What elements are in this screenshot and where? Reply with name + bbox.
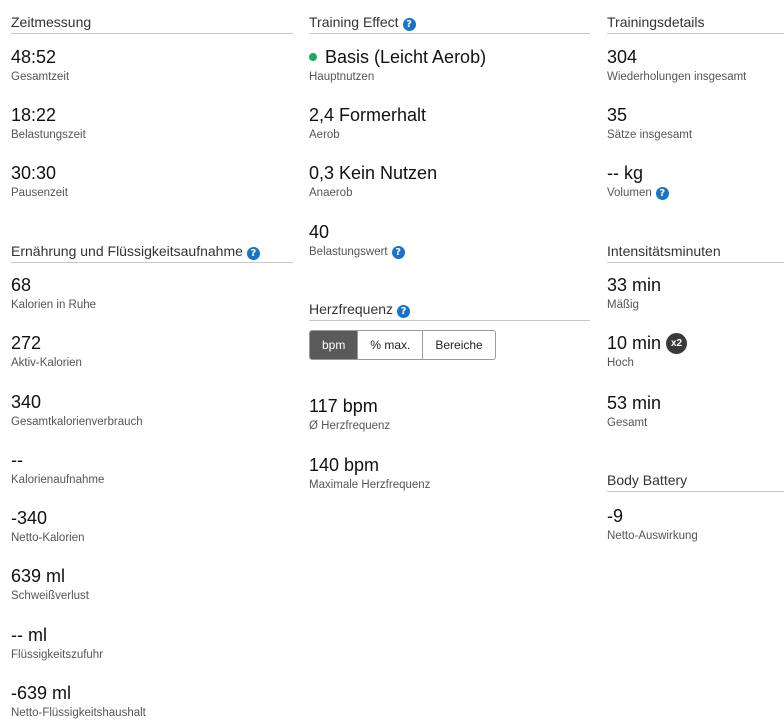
- help-icon[interactable]: ?: [246, 247, 260, 260]
- stat-body-battery-net: -9 Netto-Auswirkung: [607, 505, 784, 543]
- stat-label: Belastungszeit: [11, 129, 86, 141]
- stat-value-row: 10 min x2: [607, 332, 784, 354]
- stat-vigorous-minutes: 10 min x2 Hoch: [607, 332, 784, 370]
- stat-label: Hoch: [607, 357, 634, 369]
- stat-label: Kalorien in Ruhe: [11, 299, 97, 311]
- tab-zones[interactable]: Bereiche: [422, 331, 494, 359]
- section-title-text: Herzfrequenz: [309, 301, 394, 317]
- stat-value: 33 min: [607, 275, 662, 295]
- stat-value: 10 min: [607, 333, 662, 353]
- help-icon[interactable]: ?: [655, 186, 669, 200]
- stat-value: 2,4 Formerhalt: [309, 105, 427, 125]
- stat-value: 0,3 Kein Nutzen: [309, 163, 438, 183]
- stat-label: Hauptnutzen: [309, 71, 375, 83]
- stat-value: Basis (Leicht Aerob): [325, 47, 487, 67]
- stat-value: -639 ml: [11, 683, 72, 703]
- status-dot-icon: [309, 53, 317, 61]
- stat-value: 639 ml: [11, 566, 66, 586]
- stat-label: Gesamtkalorienverbrauch: [11, 416, 143, 428]
- section-title-text: Ernährung und Flüssigkeitsaufnahme: [11, 243, 243, 259]
- stat-value: -- kg: [607, 163, 643, 183]
- stat-value: 30:30: [11, 163, 57, 183]
- section-intensitaet-title: Intensitätsminuten: [607, 242, 784, 263]
- stat-label: Aktiv-Kalorien: [11, 357, 82, 369]
- stat-label: Ø Herzfrequenz: [309, 420, 391, 432]
- section-body-battery-title: Body Battery: [607, 471, 784, 492]
- stat-rest-time: 30:30 Pausenzeit: [11, 162, 293, 200]
- stat-anaerobic: 0,3 Kein Nutzen Anaerob: [309, 162, 590, 200]
- stat-value: 117 bpm: [309, 396, 378, 416]
- tab-bpm[interactable]: bpm: [310, 331, 358, 359]
- section-trainingsdetails-title: Trainingsdetails: [607, 13, 784, 34]
- stat-max-hr: 140 bpm Maximale Herzfrequenz: [309, 454, 590, 492]
- stat-label: Netto-Flüssigkeitshaushalt: [11, 707, 146, 719]
- stat-primary-benefit: Basis (Leicht Aerob) Hauptnutzen: [309, 46, 590, 84]
- stat-label: Mäßig: [607, 299, 639, 311]
- stat-calorie-intake: -- Kalorienaufnahme: [11, 449, 293, 487]
- section-title-text: Training Effect: [309, 14, 399, 30]
- stat-value: -9: [607, 506, 624, 526]
- stat-label: Wiederholungen insgesamt: [607, 71, 747, 83]
- stat-avg-hr: 117 bpm Ø Herzfrequenz: [309, 395, 590, 433]
- stat-label: Maximale Herzfrequenz: [309, 479, 431, 491]
- stat-label: Netto-Auswirkung: [607, 530, 698, 542]
- stat-total-calories: 340 Gesamtkalorienverbrauch: [11, 391, 293, 429]
- stat-value: -- ml: [11, 625, 47, 645]
- help-icon[interactable]: ?: [391, 245, 405, 259]
- tab-percent-max[interactable]: % max.: [357, 331, 422, 359]
- stat-label: Netto-Kalorien: [11, 532, 85, 544]
- stat-label: Pausenzeit: [11, 187, 68, 199]
- stat-net-calories: -340 Netto-Kalorien: [11, 507, 293, 545]
- help-icon[interactable]: ?: [402, 18, 416, 31]
- stat-net-fluid: -639 ml Netto-Flüssigkeitshaushalt: [11, 682, 293, 720]
- section-herzfrequenz-title: Herzfrequenz?: [309, 300, 590, 321]
- stat-total-time: 48:52 Gesamtzeit: [11, 46, 293, 84]
- stat-resting-calories: 68 Kalorien in Ruhe: [11, 274, 293, 312]
- hr-unit-toggle: bpm % max. Bereiche: [309, 330, 496, 360]
- stat-work-time: 18:22 Belastungszeit: [11, 104, 293, 142]
- stat-value: 48:52: [11, 47, 57, 67]
- section-ernaehrung-title: Ernährung und Flüssigkeitsaufnahme?: [11, 242, 293, 263]
- stat-label: Aerob: [309, 129, 340, 141]
- section-training-effect-title: Training Effect?: [309, 13, 590, 34]
- stat-total-reps: 304 Wiederholungen insgesamt: [607, 46, 784, 84]
- stat-value: 272: [11, 333, 42, 353]
- stat-value: 304: [607, 47, 638, 67]
- stat-label: Anaerob: [309, 187, 353, 199]
- stat-value: -340: [11, 508, 48, 528]
- stat-fluid-intake: -- ml Flüssigkeitszufuhr: [11, 624, 293, 662]
- stat-sweat-loss: 639 ml Schweißverlust: [11, 565, 293, 603]
- stat-active-calories: 272 Aktiv-Kalorien: [11, 332, 293, 370]
- stat-value-row: Basis (Leicht Aerob): [309, 46, 590, 68]
- stat-value: 53 min: [607, 393, 662, 413]
- multiplier-badge: x2: [666, 332, 688, 354]
- stat-total-minutes: 53 min Gesamt: [607, 392, 784, 430]
- stat-moderate-minutes: 33 min Mäßig: [607, 274, 784, 312]
- stat-label: Volumen: [607, 187, 652, 199]
- stat-volume: -- kg Volumen?: [607, 162, 784, 200]
- stat-label: Gesamt: [607, 417, 648, 429]
- stat-value: 140 bpm: [309, 455, 380, 475]
- stat-aerobic: 2,4 Formerhalt Aerob: [309, 104, 590, 142]
- stat-total-sets: 35 Sätze insgesamt: [607, 104, 784, 142]
- stat-label: Schweißverlust: [11, 590, 89, 602]
- stat-value: 340: [11, 392, 42, 412]
- stat-value: 18:22: [11, 105, 57, 125]
- stat-label: Sätze insgesamt: [607, 129, 693, 141]
- stat-value: 40: [309, 222, 330, 242]
- stat-value: --: [11, 450, 23, 470]
- stat-label: Kalorienaufnahme: [11, 474, 105, 486]
- stat-label-row: Belastungswert?: [309, 245, 590, 259]
- help-icon[interactable]: ?: [397, 305, 411, 318]
- stat-label: Gesamtzeit: [11, 71, 70, 83]
- stat-label: Flüssigkeitszufuhr: [11, 649, 104, 661]
- stat-value: 35: [607, 105, 628, 125]
- stat-label: Belastungswert: [309, 246, 388, 258]
- section-zeitmessung-title: Zeitmessung: [11, 13, 293, 34]
- stat-training-load: 40 Belastungswert?: [309, 221, 590, 259]
- stat-value: 68: [11, 275, 32, 295]
- stat-label-row: Volumen?: [607, 186, 784, 200]
